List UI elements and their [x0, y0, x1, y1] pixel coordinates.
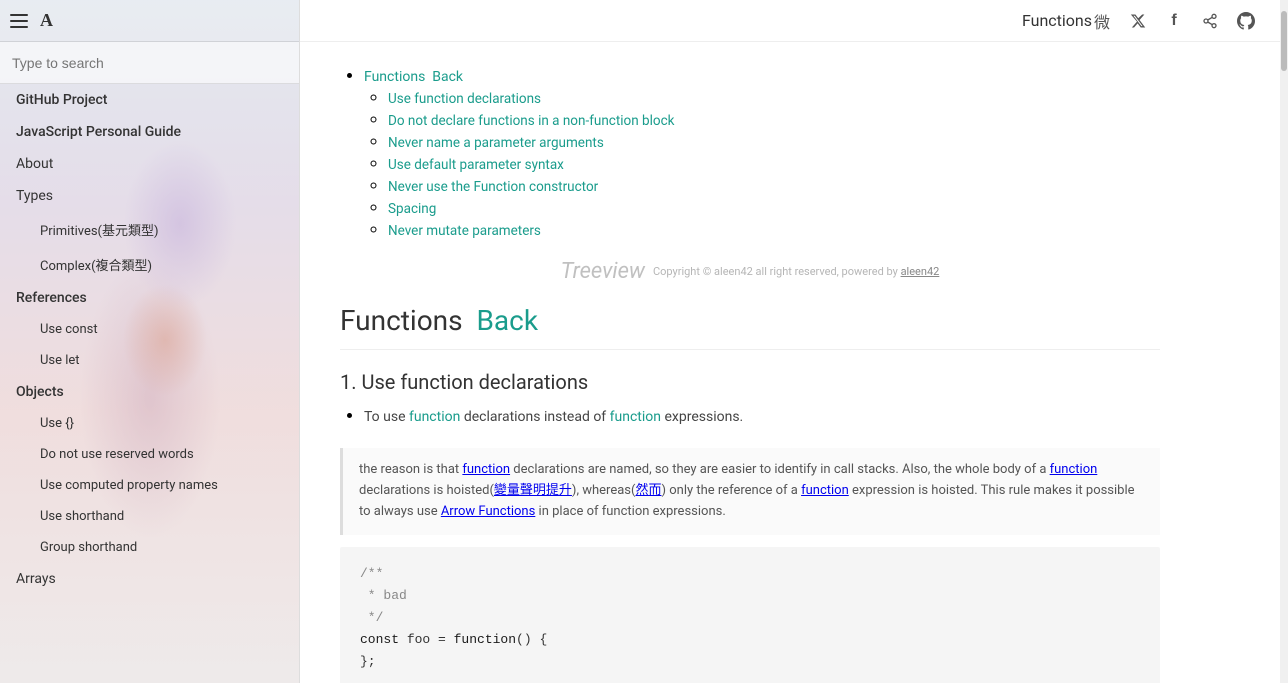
sidebar-item-references[interactable]: References — [0, 282, 299, 314]
toc-sublist-link[interactable]: Never use the Function constructor — [388, 179, 598, 195]
toc-sublist-item: Never use the Function constructor — [388, 176, 1160, 195]
hamburger-icon[interactable] — [10, 14, 28, 28]
functions-heading: Functions Back — [340, 304, 1160, 350]
treeview-banner: Treeview Copyright © aleen42 all right r… — [340, 259, 1160, 284]
function-link-2[interactable]: function — [610, 409, 661, 425]
back-link[interactable]: Back — [476, 304, 538, 337]
sidebar-item-js-guide[interactable]: JavaScript Personal Guide — [0, 116, 299, 148]
scrollbar-track — [1280, 0, 1288, 683]
toc-sublist-item: Use default parameter syntax — [388, 154, 1160, 173]
sidebar-item-no-reserved[interactable]: Do not use reserved words — [0, 439, 299, 470]
toc-sublist-item: Do not declare functions in a non-functi… — [388, 110, 1160, 129]
toc-sublist-link[interactable]: Use default parameter syntax — [388, 157, 564, 173]
treeview-author-link[interactable]: aleen42 — [901, 265, 940, 278]
sidebar-item-github[interactable]: GitHub Project — [0, 84, 299, 116]
note-function-link[interactable]: function — [462, 462, 510, 477]
twitter-icon[interactable] — [1128, 11, 1148, 31]
note-whereas-link[interactable]: 然而 — [635, 483, 661, 498]
sidebar-item-types[interactable]: Types — [0, 180, 299, 212]
section-1-bullets: To use function declarations instead of … — [340, 406, 1160, 428]
toc-sublist: Use function declarations Do not declare … — [364, 88, 1160, 239]
note-hoisted-link[interactable]: 變量聲明提升 — [494, 483, 572, 498]
sidebar-item-primitives[interactable]: Primitives(基元類型) — [0, 212, 299, 247]
sidebar: A GitHub ProjectJavaScript Personal Guid… — [0, 0, 300, 683]
font-icon[interactable]: A — [40, 10, 53, 31]
toc-sublist-link[interactable]: Spacing — [388, 201, 436, 217]
topbar: Functions 微 f — [300, 0, 1280, 42]
sidebar-item-use-braces[interactable]: Use {} — [0, 408, 299, 439]
code-block-bad: /** * bad */ const foo = function() { }; — [340, 547, 1160, 683]
toc-sublist-item: Use function declarations — [388, 88, 1160, 107]
treeview-copyright: Copyright © aleen42 all right reserved, … — [653, 265, 939, 278]
bullet-item: To use function declarations instead of … — [364, 406, 1160, 428]
weibo-icon[interactable]: 微 — [1092, 11, 1112, 31]
topbar-icons: 微 f — [1092, 11, 1256, 31]
github-icon[interactable] — [1236, 11, 1256, 31]
note-fn-expr-link[interactable]: function — [801, 483, 849, 498]
toc-sublist-item: Never mutate parameters — [388, 220, 1160, 239]
sidebar-item-use-let[interactable]: Use let — [0, 345, 299, 376]
toc-sublist-link[interactable]: Never mutate parameters — [388, 223, 541, 239]
note-fn-decl-link[interactable]: function — [1050, 462, 1098, 477]
toc-sublist-link[interactable]: Do not declare functions in a non-functi… — [388, 113, 675, 129]
toc-list: Functions Back Use function declarations… — [340, 66, 1160, 239]
note-block: the reason is that function declarations… — [340, 448, 1160, 534]
toc-item-functions: Functions Back Use function declarations… — [364, 66, 1160, 239]
facebook-icon[interactable]: f — [1164, 11, 1184, 31]
sidebar-nav: GitHub ProjectJavaScript Personal GuideA… — [0, 84, 299, 595]
main-content: Functions 微 f Functions Back Use f — [300, 0, 1280, 683]
toc-sublist-link[interactable]: Never name a parameter arguments — [388, 135, 604, 151]
sidebar-item-group-shorthand[interactable]: Group shorthand — [0, 532, 299, 563]
search-input[interactable] — [0, 42, 299, 84]
scrollbar-thumb[interactable] — [1281, 11, 1287, 71]
toc-sublist-item: Spacing — [388, 198, 1160, 217]
sidebar-header: A — [0, 0, 299, 42]
arrow-functions-link[interactable]: Arrow Functions — [441, 504, 536, 519]
sidebar-item-use-const[interactable]: Use const — [0, 314, 299, 345]
sidebar-item-shorthand[interactable]: Use shorthand — [0, 501, 299, 532]
bullet-text: To use function declarations instead of … — [364, 406, 1160, 428]
note-text: the reason is that function declarations… — [359, 462, 1135, 519]
sidebar-item-objects[interactable]: Objects — [0, 376, 299, 408]
function-link[interactable]: function — [409, 409, 460, 425]
share-icon[interactable] — [1200, 11, 1220, 31]
section-1-heading: 1. Use function declarations — [340, 370, 1160, 394]
toc-link-functions[interactable]: Functions Back — [364, 69, 463, 85]
sidebar-item-complex[interactable]: Complex(複合類型) — [0, 247, 299, 282]
sidebar-item-about[interactable]: About — [0, 148, 299, 180]
page-title: Functions — [1022, 11, 1092, 30]
sidebar-item-arrays[interactable]: Arrays — [0, 563, 299, 595]
sidebar-item-computed-props[interactable]: Use computed property names — [0, 470, 299, 501]
toc-sublist-link[interactable]: Use function declarations — [388, 91, 541, 107]
page-content: Functions Back Use function declarations… — [300, 42, 1200, 683]
treeview-label: Treeview — [561, 259, 645, 284]
toc-sublist-item: Never name a parameter arguments — [388, 132, 1160, 151]
